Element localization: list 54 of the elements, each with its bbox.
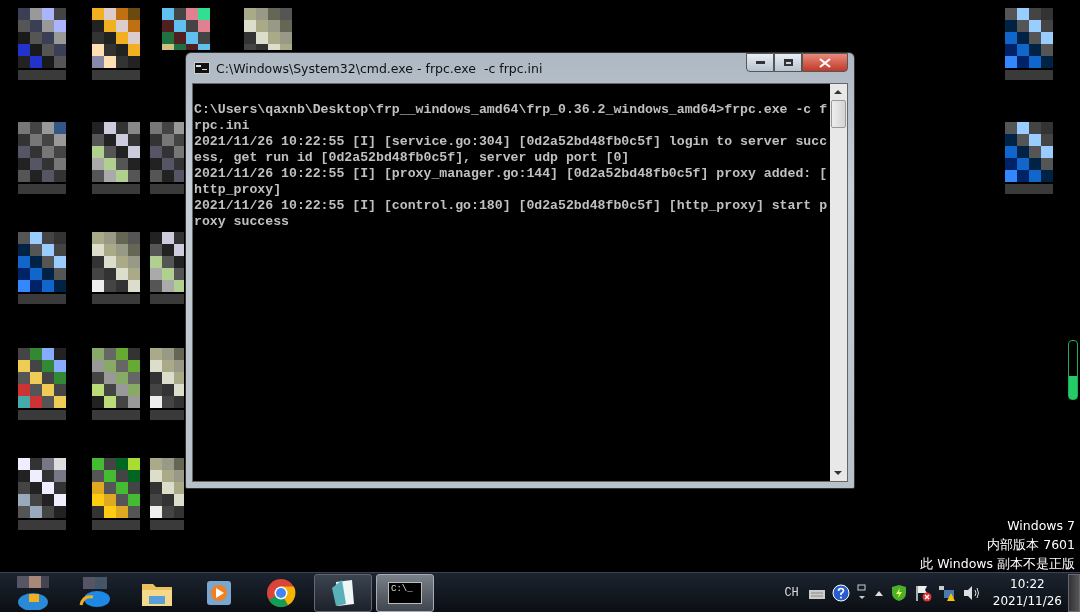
network-warning-icon[interactable]	[937, 583, 956, 602]
pixelated-icon[interactable]	[92, 8, 140, 80]
close-button[interactable]	[802, 53, 848, 72]
console-line: C:\Users\qaxnb\Desktop\frp__windows_amd64\frp_0.36.2_windows_amd64>frpc.exe -c f	[194, 102, 829, 118]
pixelated-icon[interactable]	[162, 8, 210, 50]
pixelated-icon[interactable]	[92, 122, 140, 194]
window-title: C:\Windows\System32\cmd.exe - frpc.exe -c frpc.ini	[216, 60, 543, 76]
console-line: rpc.ini	[194, 118, 251, 134]
pixelated-icon[interactable]	[92, 348, 140, 420]
pixelated-icon[interactable]	[1005, 8, 1053, 80]
pixelated-icon[interactable]	[150, 232, 184, 304]
pixelated-icon[interactable]	[92, 458, 140, 530]
activation-notice: Windows 7	[1007, 517, 1075, 535]
console-line: roxy success	[194, 214, 290, 230]
activation-notice: 此 Windows 副本不是正版	[920, 555, 1075, 573]
console-line: http_proxy]	[194, 182, 283, 198]
pixelated-icon[interactable]	[92, 232, 140, 304]
play-icon	[205, 578, 233, 607]
tray-clock[interactable]: 10:22 2021/11/26	[992, 575, 1062, 610]
clock-time: 10:22	[1010, 575, 1045, 593]
console-line: ess, get run id [0d2a52bd48fb0c5f], server udp port [0]	[194, 150, 631, 166]
console-line: 2021/11/26 10:22:55 [I] [control.go:180] [0d2a52bd48fb0c5f] [http_proxy] start p	[194, 198, 829, 214]
pixelated-icon[interactable]	[150, 458, 184, 530]
taskbar-button[interactable]: C:\_	[376, 573, 434, 612]
pixelated-icon[interactable]	[18, 8, 66, 80]
clock-date: 2021/11/26	[992, 592, 1062, 610]
console-line: 2021/11/26 10:22:55 [I] [service.go:304] [0d2a52bd48fb0c5f] login to server succ	[194, 134, 829, 150]
pixelated-icon[interactable]	[18, 458, 66, 530]
console-app-icon: C:\_	[388, 581, 422, 604]
scrollbar[interactable]	[830, 84, 847, 481]
help-icon[interactable]	[831, 583, 850, 602]
window-switch-icon[interactable]	[855, 583, 868, 602]
pixelated-icon[interactable]	[18, 348, 66, 420]
scroll-thumb[interactable]	[831, 100, 846, 128]
pixelated-icon[interactable]	[150, 348, 184, 420]
taskbar-button[interactable]	[314, 573, 372, 612]
gadget-gauge	[1068, 340, 1078, 400]
pixelated-icon[interactable]	[18, 122, 66, 194]
browser-e-icon	[77, 576, 113, 609]
pixelated-icon[interactable]	[1005, 122, 1053, 194]
close-icon	[819, 57, 831, 68]
console-line: 2021/11/26 10:22:55 [I] [proxy_manager.go:144] [0d2a52bd48fb0c5f] proxy added: [	[194, 166, 829, 182]
pixelated-icon[interactable]	[150, 122, 184, 194]
console-icon	[194, 62, 210, 74]
shield-icon[interactable]	[889, 583, 908, 602]
show-desktop-button[interactable]	[1068, 573, 1080, 612]
language-indicator[interactable]: CH	[784, 585, 799, 600]
maximize-button[interactable]	[774, 53, 802, 72]
flag-error-icon[interactable]	[913, 583, 932, 602]
chrome-icon	[266, 577, 296, 608]
pixelated-icon[interactable]	[244, 8, 292, 50]
activation-notice: 内部版本 7601	[987, 536, 1075, 554]
pixelated-icon[interactable]	[18, 232, 66, 304]
minimize-button[interactable]	[746, 53, 774, 72]
